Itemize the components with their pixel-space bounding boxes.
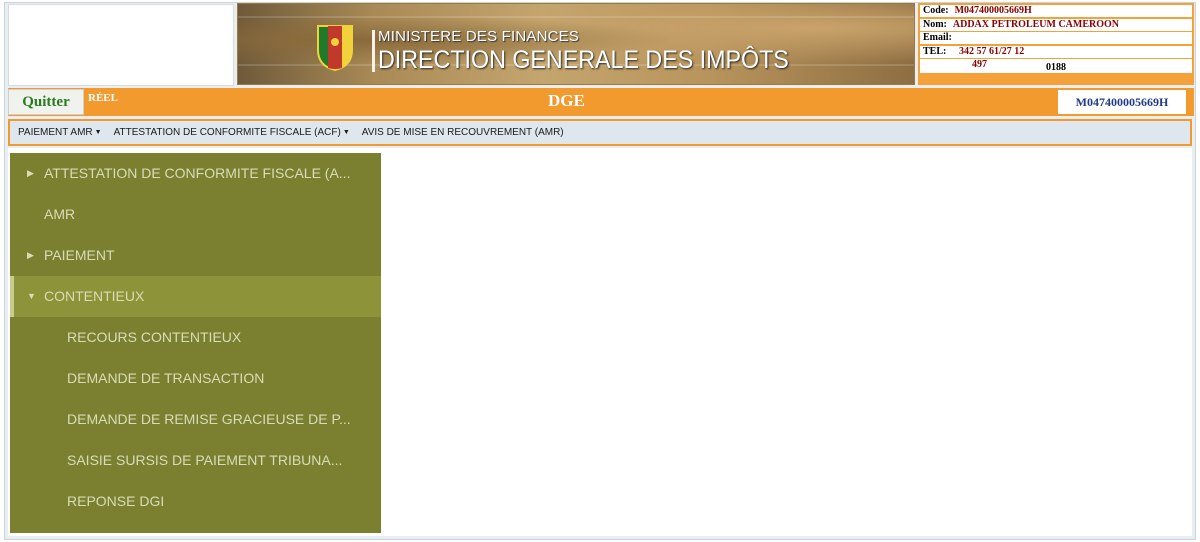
coat-of-arms-icon [317,25,353,72]
chevron-right-icon: ▶ [27,250,34,260]
sidebar-item-demande-transaction[interactable]: DEMANDE DE TRANSACTION [10,358,381,399]
sidebar-item-attestation[interactable]: ▶ ATTESTATION DE CONFORMITE FISCALE (A..… [10,153,381,194]
info-extra-row: 497 0188 [920,59,1192,73]
ministry-banner: MINISTERE DES FINANCES DIRECTION GENERAL… [237,3,915,85]
caret-down-icon: ▼ [94,129,102,136]
info-email-row: Email: [920,32,1192,44]
sidebar-item-recours-contentieux[interactable]: RECOURS CONTENTIEUX [10,317,381,358]
directorate-name: DIRECTION GENERALE DES IMPÔTS [378,46,789,74]
sidebar-item-amr[interactable]: AMR [10,194,381,235]
nom-label: Nom: [923,18,947,30]
email-label: Email: [923,32,952,43]
taxpayer-code-badge: M047400005669H [1058,90,1186,114]
logo-area [8,4,234,86]
sidebar-item-label: DEMANDE DE TRANSACTION [67,370,265,386]
info-nom-row: Nom: ADDAX PETROLEUM CAMEROON [920,18,1192,31]
sidebar-item-remise-gracieuse[interactable]: DEMANDE DE REMISE GRACIEUSE DE P... [10,399,381,440]
mode-label: RÉEL [88,92,118,104]
sidebar-item-label: DEMANDE DE REMISE GRACIEUSE DE P... [67,411,351,427]
quit-button[interactable]: Quitter [8,89,84,115]
info-code-row: Code: M047400005669H [920,5,1192,17]
sidebar-item-label: SAISIE SURSIS DE PAIEMENT TRIBUNA... [67,452,343,468]
caret-down-icon: ▼ [342,129,350,136]
tel-value: 342 57 61/27 12 [959,45,1025,57]
ministry-name: MINISTERE DES FINANCES [378,28,580,45]
menu-avis-amr[interactable]: AVIS DE MISE EN RECOUVREMENT (AMR) [362,127,564,138]
menu-attestation-acf[interactable]: ATTESTATION DE CONFORMITE FISCALE (ACF) ▼ [114,127,350,138]
sidebar-item-sursis-paiement[interactable]: SAISIE SURSIS DE PAIEMENT TRIBUNA... [10,440,381,481]
chevron-down-icon: ▼ [27,291,36,301]
info-tel-row: TEL: 342 57 61/27 12 [920,45,1192,58]
sidebar-item-label: ATTESTATION DE CONFORMITE FISCALE (A... [44,165,351,181]
sidebar-item-contentieux[interactable]: ▼ CONTENTIEUX [10,276,381,317]
main-menu: PAIEMENT AMR ▼ ATTESTATION DE CONFORMITE … [8,119,1192,146]
page-title: DGE [548,91,585,110]
content-area: ▶ ATTESTATION DE CONFORMITE FISCALE (A..… [8,148,1192,536]
extra-value-1: 497 [972,59,987,70]
nom-value: ADDAX PETROLEUM CAMEROON [952,18,1119,30]
sidebar-item-reponse-dgi[interactable]: REPONSE DGI [10,481,381,522]
extra-value-2: 0188 [1046,62,1066,73]
sidebar-item-label: CONTENTIEUX [44,288,145,304]
code-label: Code: [923,5,949,16]
header-bar: Quitter RÉEL DGE M047400005669H [8,88,1194,116]
menu-paiement-amr[interactable]: PAIEMENT AMR ▼ [18,127,102,138]
taxpayer-info-box: Code: M047400005669H Nom: ADDAX PETROLEUM … [918,3,1194,85]
sidebar-item-label: RECOURS CONTENTIEUX [67,329,242,345]
code-value: M047400005669H [954,5,1032,16]
sidebar: ▶ ATTESTATION DE CONFORMITE FISCALE (A..… [10,153,381,533]
sidebar-item-label: AMR [44,206,76,222]
sidebar-item-label: PAIEMENT [44,247,115,263]
sidebar-item-paiement[interactable]: ▶ PAIEMENT [10,235,381,276]
sidebar-item-label: REPONSE DGI [67,493,165,509]
tel-label: TEL: [923,45,947,57]
chevron-right-icon: ▶ [27,168,34,178]
